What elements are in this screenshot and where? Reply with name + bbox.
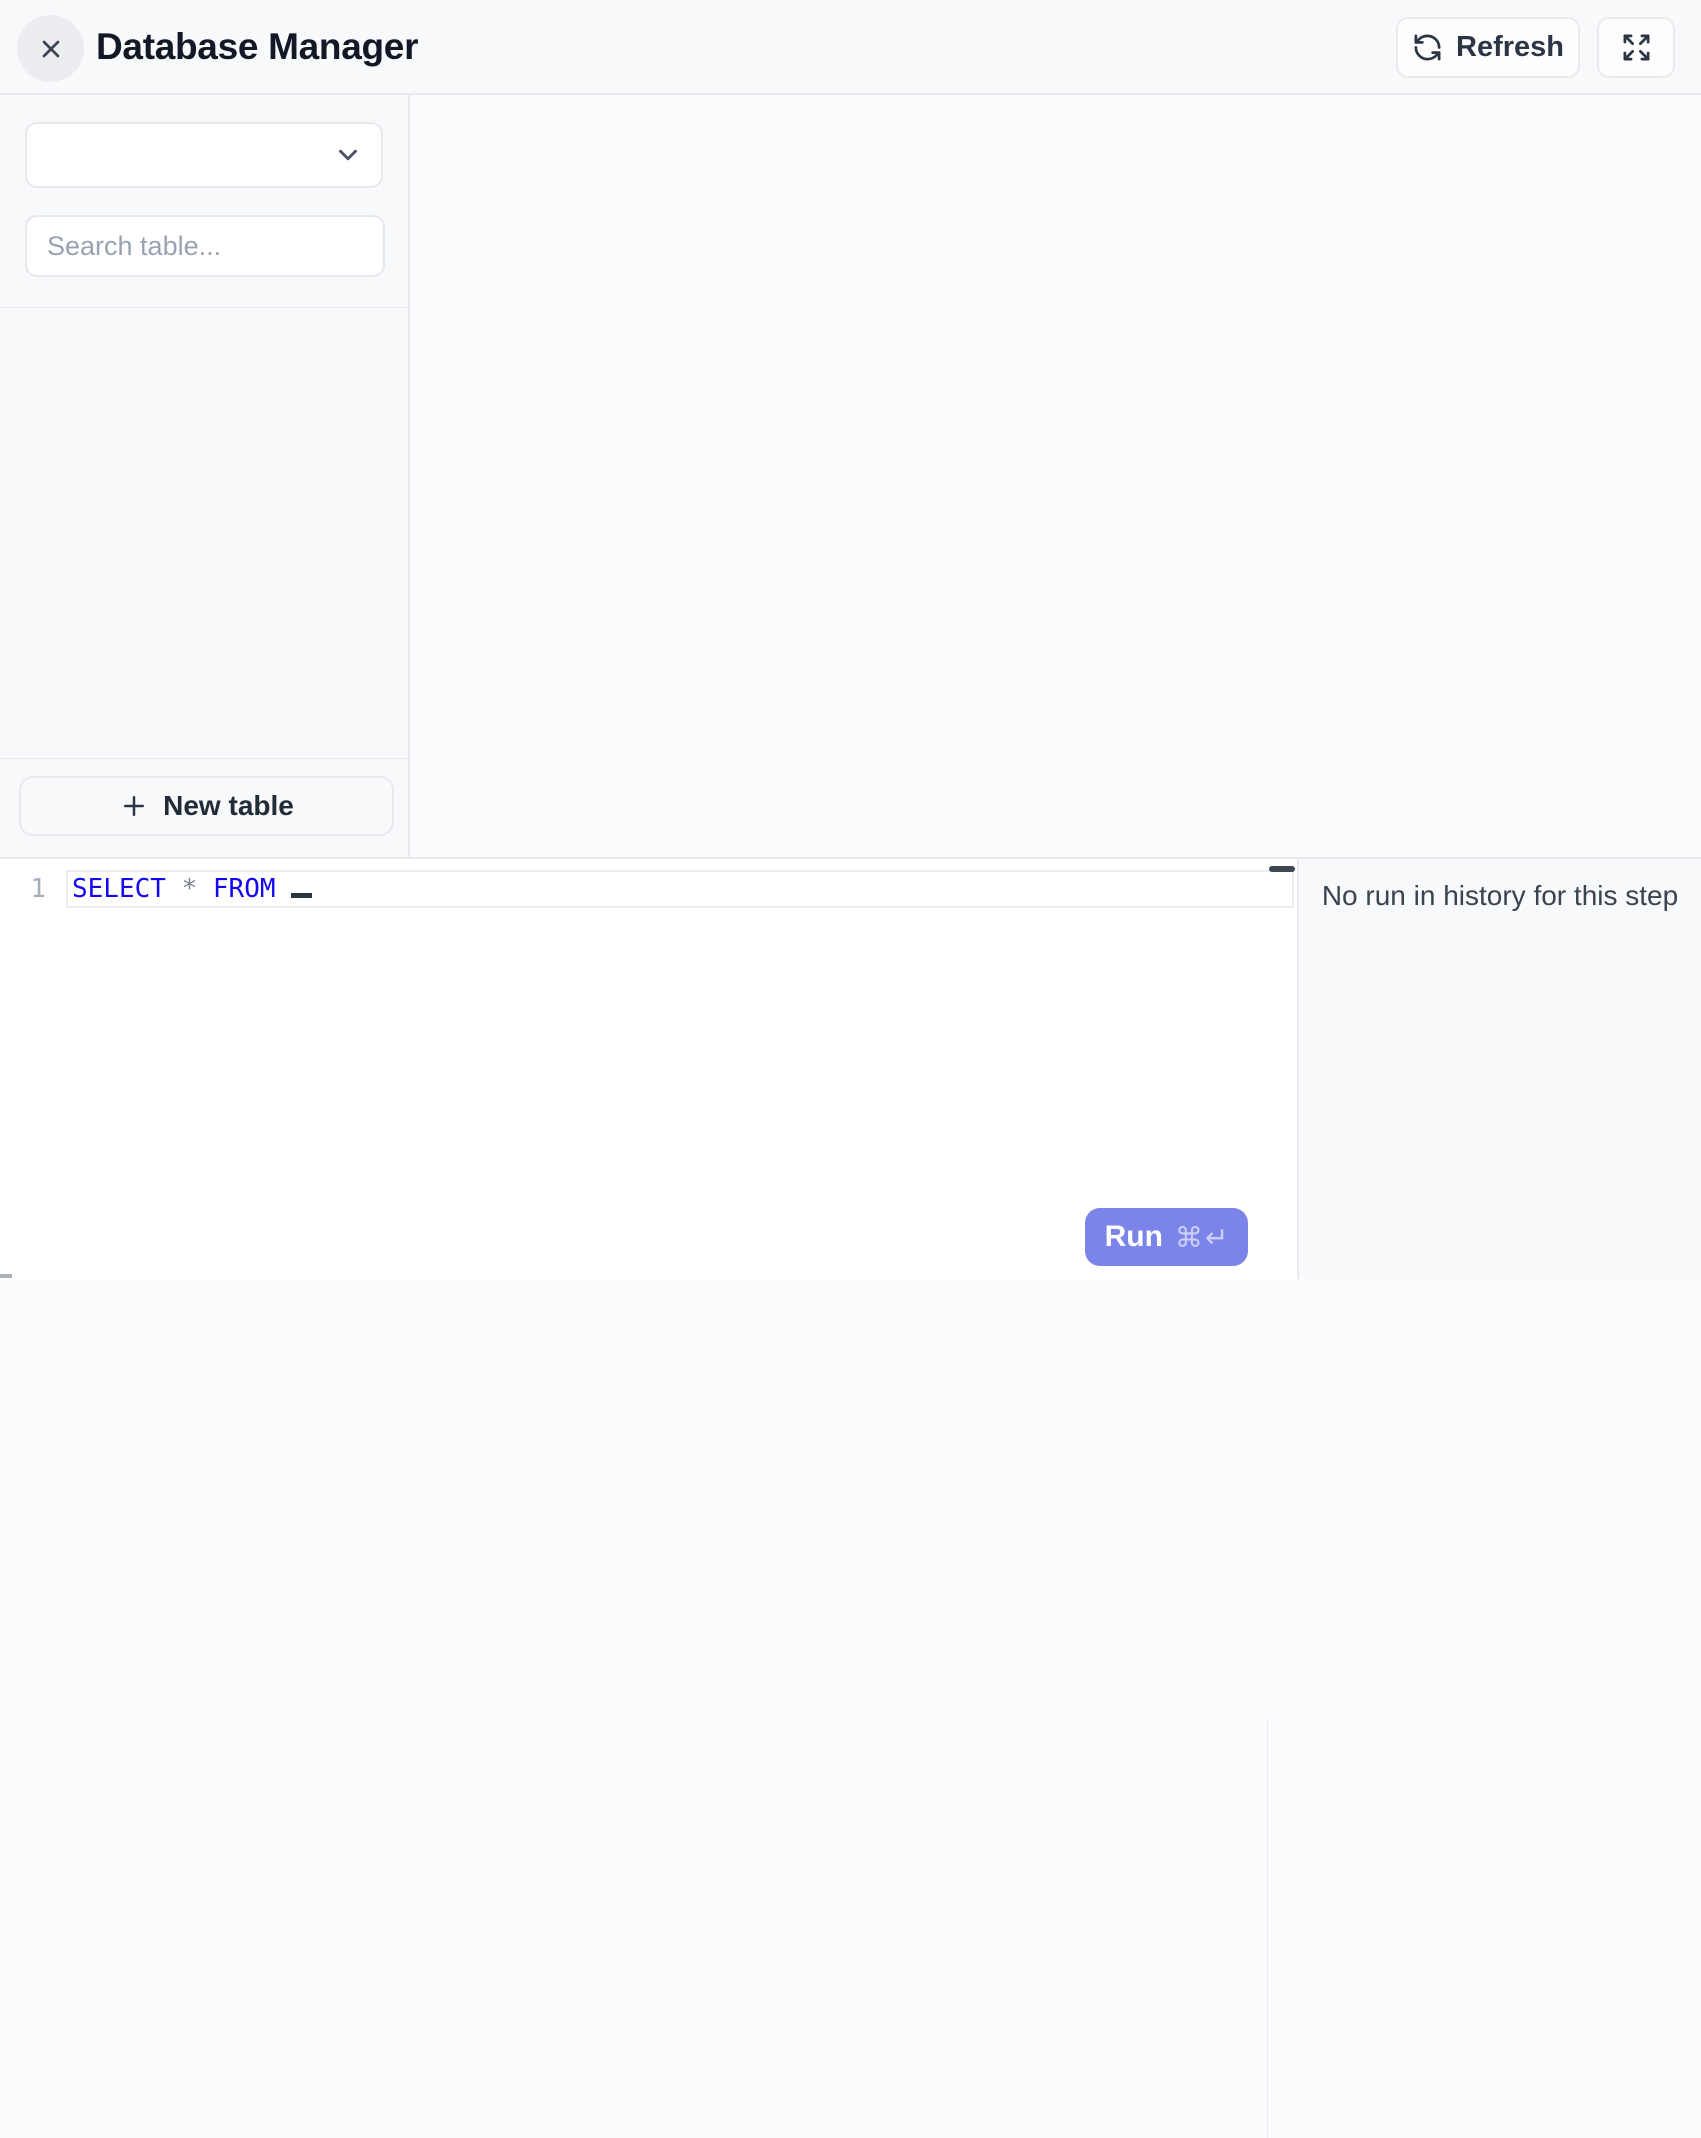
refresh-button-label: Refresh [1456,31,1564,64]
vertical-scrollbar-thumb[interactable] [1269,866,1295,872]
editor-scrollbar-track [1267,1718,1268,2138]
plus-icon [119,791,149,821]
sql-keyword-select: SELECT [72,874,166,904]
chevron-down-icon [333,140,363,170]
text-cursor [291,893,312,898]
return-key-icon: ↵ [1205,1221,1228,1254]
table-select-dropdown[interactable] [25,122,383,188]
page-title: Database Manager [96,0,418,93]
run-button-label: Run [1105,1220,1163,1254]
refresh-icon [1412,32,1443,63]
main-content-area [410,95,1701,857]
cmd-key-icon: ⌘ [1175,1221,1203,1254]
new-table-button[interactable]: New table [19,776,394,836]
table-list-empty [0,308,408,758]
search-table-input[interactable] [25,215,385,277]
sidebar: New table [0,95,410,857]
sidebar-bottom-divider [0,758,408,759]
horizontal-scrollbar-thumb[interactable] [0,1274,12,1278]
run-history-panel: No run in history for this step [1297,859,1701,1279]
run-button[interactable]: Run ⌘↵ [1085,1208,1248,1266]
close-button[interactable] [17,15,84,82]
expand-button[interactable] [1597,17,1675,78]
close-icon [37,35,65,63]
sql-operator-star: * [182,874,198,904]
code-line: SELECT * FROM [72,870,312,908]
new-table-button-label: New table [163,790,294,822]
refresh-button[interactable]: Refresh [1396,17,1580,78]
expand-icon [1621,32,1652,63]
history-empty-message: No run in history for this step [1299,859,1701,912]
sql-keyword-from: FROM [213,874,276,904]
line-number: 1 [0,870,58,908]
header: Database Manager Refresh [0,0,1701,95]
run-shortcut-hint: ⌘↵ [1175,1221,1228,1254]
